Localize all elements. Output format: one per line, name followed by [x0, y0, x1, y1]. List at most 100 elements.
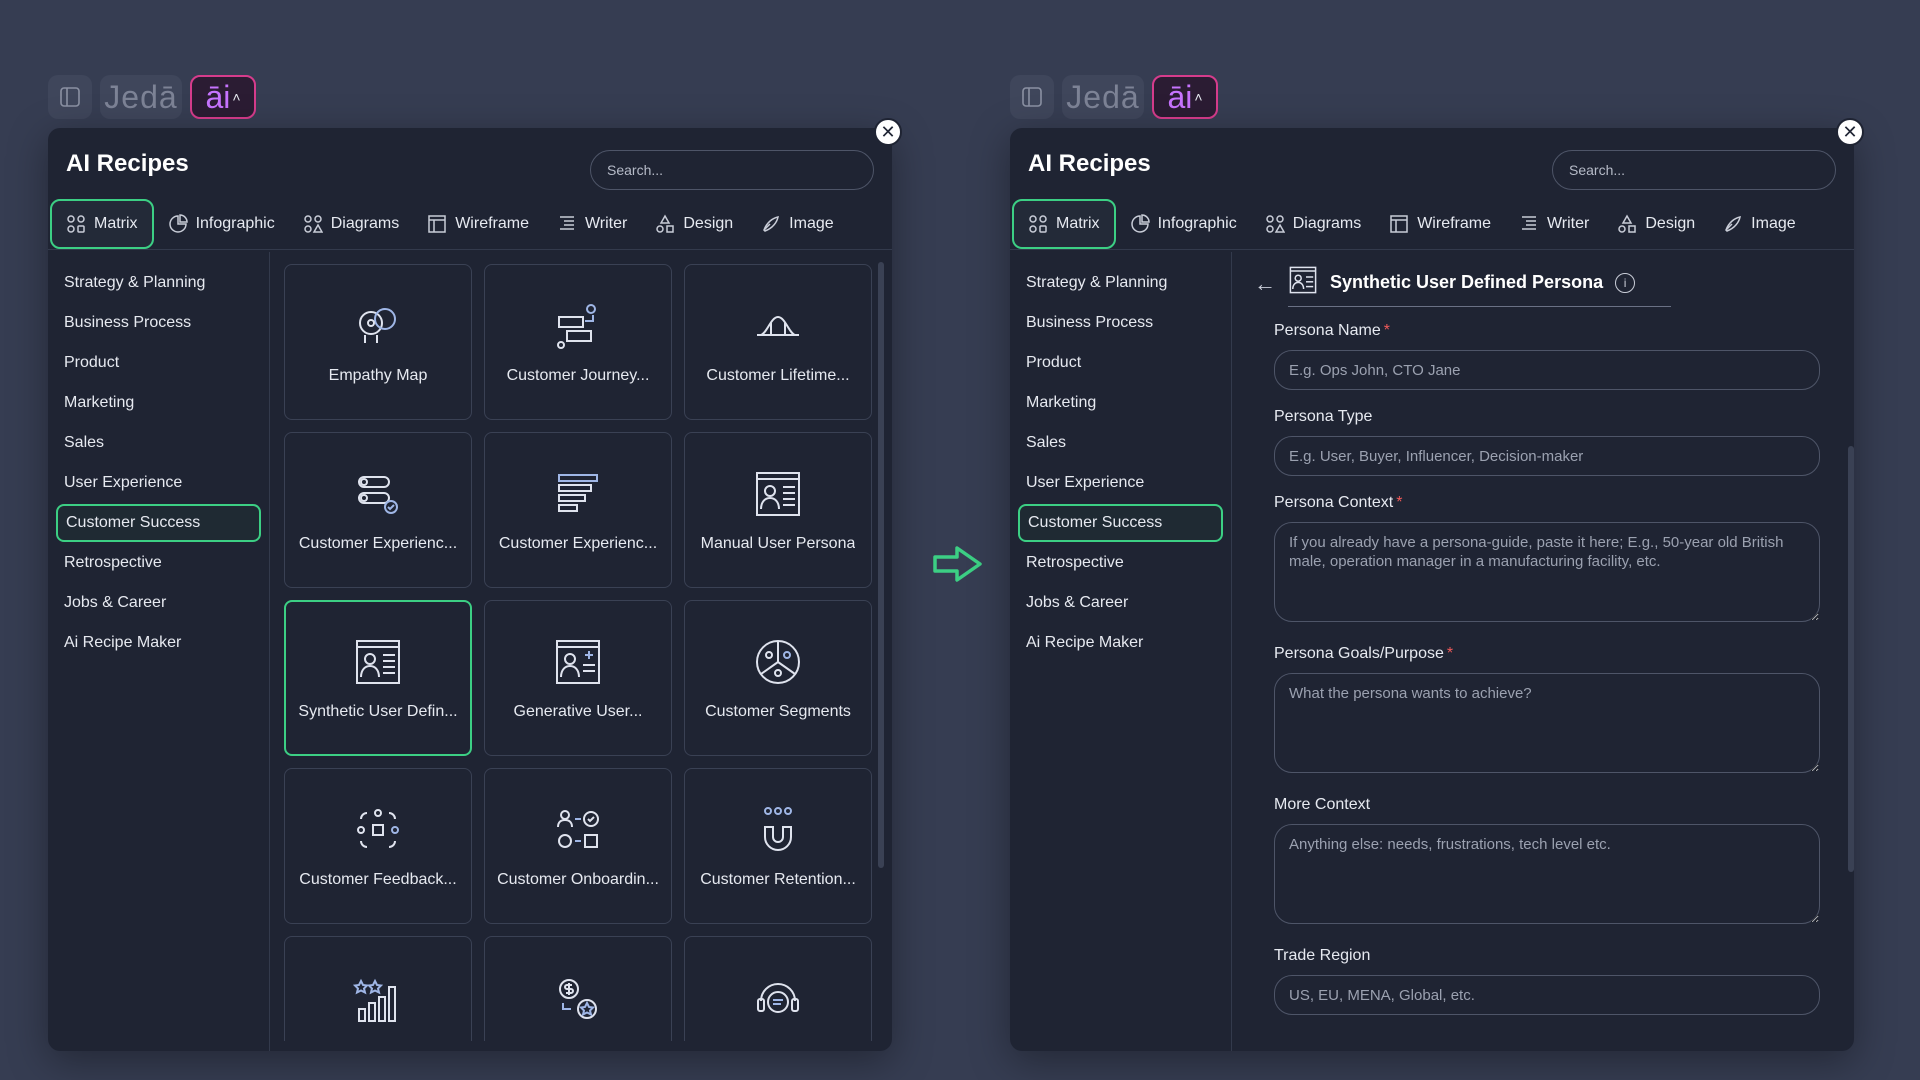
sidebar-item-business-process[interactable]: Business Process: [1018, 304, 1223, 342]
recipe-card-customer-journey[interactable]: Customer Journey...: [484, 264, 672, 420]
recipe-card-manual-user-persona[interactable]: Manual User Persona: [684, 432, 872, 588]
sidebar-item-marketing[interactable]: Marketing: [56, 384, 261, 422]
sidebar-item-business-process[interactable]: Business Process: [56, 304, 261, 342]
jeda-logo[interactable]: Jedā: [1062, 75, 1144, 119]
recipe-card-support[interactable]: [684, 936, 872, 1041]
tab-wireframe[interactable]: Wireframe: [413, 199, 543, 249]
sidebar-item-retrospective[interactable]: Retrospective: [1018, 544, 1223, 582]
tab-wireframe[interactable]: Wireframe: [1375, 199, 1505, 249]
tab-matrix[interactable]: Matrix: [50, 198, 154, 249]
tab-diagrams[interactable]: Diagrams: [289, 199, 413, 249]
tab-writer[interactable]: Writer: [543, 199, 641, 249]
field-persona-goals: Persona Goals/Purpose *: [1274, 645, 1836, 778]
sidebar-item-marketing[interactable]: Marketing: [1018, 384, 1223, 422]
field-label: Persona Goals/Purpose *: [1274, 645, 1454, 662]
sidebar-item-retrospective[interactable]: Retrospective: [56, 544, 261, 582]
sidebar-item-user-experience[interactable]: User Experience: [1018, 464, 1223, 502]
sidebar-item-strategy[interactable]: Strategy & Planning: [56, 264, 261, 302]
recipe-card-synthetic-user-persona[interactable]: Synthetic User Defin...: [284, 600, 472, 756]
card-label: Synthetic User Defin...: [298, 703, 458, 720]
generative-user-icon: [551, 635, 605, 689]
recipe-card-customer-onboarding[interactable]: Customer Onboardin...: [484, 768, 672, 924]
search-input[interactable]: [590, 150, 874, 190]
sidebar-item-sales[interactable]: Sales: [56, 424, 261, 462]
persona-goals-textarea[interactable]: [1274, 673, 1820, 773]
tab-label: Infographic: [1157, 214, 1237, 232]
tab-image[interactable]: Image: [1709, 199, 1809, 249]
persona-context-textarea[interactable]: [1274, 522, 1820, 622]
transition-arrow-icon: [933, 546, 982, 582]
recipe-tabs: Matrix Infographic Diagrams Wireframe Wr…: [48, 198, 892, 250]
writer-icon: [1519, 214, 1539, 234]
recipe-card-rating-chart[interactable]: [284, 936, 472, 1041]
dollar-star-icon: [551, 973, 605, 1027]
card-label: Empathy Map: [328, 367, 428, 384]
recipe-card-customer-segments[interactable]: Customer Segments: [684, 600, 872, 756]
sidebar-item-strategy[interactable]: Strategy & Planning: [1018, 264, 1223, 302]
tab-design[interactable]: Design: [641, 199, 747, 249]
tab-image[interactable]: Image: [747, 199, 847, 249]
tab-infographic[interactable]: Infographic: [1116, 199, 1251, 249]
persona-form: ← Synthetic User Defined Persona i Perso…: [1244, 264, 1836, 1051]
tab-diagrams[interactable]: Diagrams: [1251, 199, 1375, 249]
tab-label: Design: [1645, 214, 1696, 232]
sidebar-item-product[interactable]: Product: [56, 344, 261, 382]
sidebar-item-sales[interactable]: Sales: [1018, 424, 1223, 462]
sidebar-item-jobs-career[interactable]: Jobs & Career: [1018, 584, 1223, 622]
right-toolbar: Jedā āi ˄: [1010, 75, 1218, 119]
card-label: Customer Lifetime...: [706, 367, 850, 384]
trade-region-input[interactable]: [1274, 975, 1820, 1015]
category-sidebar: Strategy & Planning Business Process Pro…: [48, 252, 270, 1051]
required-marker: *: [1396, 494, 1403, 511]
recipe-card-empathy-map[interactable]: Empathy Map: [284, 264, 472, 420]
tab-design[interactable]: Design: [1603, 199, 1709, 249]
search-input[interactable]: [1552, 150, 1836, 190]
pie-icon: [168, 213, 188, 234]
recipe-card-dollar-star[interactable]: [484, 936, 672, 1041]
sidebar-item-customer-success[interactable]: Customer Success: [1018, 504, 1223, 542]
ai-menu-button[interactable]: āi ˄: [1152, 75, 1218, 119]
left-toolbar: Jedā āi ˄: [48, 75, 256, 119]
recipe-card-generative-user[interactable]: Generative User...: [484, 600, 672, 756]
sidebar-item-ai-recipe-maker[interactable]: Ai Recipe Maker: [1018, 624, 1223, 662]
close-icon[interactable]: ✕: [1836, 118, 1864, 146]
back-arrow-icon[interactable]: ←: [1254, 271, 1276, 297]
recipe-card-customer-lifetime[interactable]: Customer Lifetime...: [684, 264, 872, 420]
persona-type-input[interactable]: [1274, 436, 1820, 476]
empathy-map-icon: [351, 299, 405, 353]
cards-scrollbar[interactable]: [878, 262, 884, 868]
tab-matrix[interactable]: Matrix: [1012, 198, 1116, 249]
recipe-card-customer-experience-map[interactable]: Customer Experienc...: [284, 432, 472, 588]
sidebar-item-product[interactable]: Product: [1018, 344, 1223, 382]
sidebar-toggle-icon[interactable]: [1010, 75, 1054, 119]
more-context-textarea[interactable]: [1274, 824, 1820, 924]
ai-menu-button[interactable]: āi ˄: [190, 75, 256, 119]
tab-label: Wireframe: [1417, 214, 1491, 232]
card-label: Customer Retention...: [700, 871, 856, 888]
sidebar-item-user-experience[interactable]: User Experience: [56, 464, 261, 502]
image-icon: [761, 214, 781, 234]
jeda-logo[interactable]: Jedā: [100, 75, 182, 119]
onboarding-icon: [551, 803, 605, 857]
tab-infographic[interactable]: Infographic: [154, 199, 289, 249]
field-label: More Context: [1274, 796, 1371, 813]
close-icon[interactable]: ✕: [874, 118, 902, 146]
rating-chart-icon: [351, 973, 405, 1027]
form-scrollbar[interactable]: [1848, 446, 1854, 872]
sidebar-item-customer-success[interactable]: Customer Success: [56, 504, 261, 542]
field-persona-type: Persona Type: [1274, 408, 1836, 476]
recipe-card-customer-experience-list[interactable]: Customer Experienc...: [484, 432, 672, 588]
image-icon: [1723, 214, 1743, 234]
customer-experience-list-icon: [551, 467, 605, 521]
info-icon[interactable]: i: [1615, 272, 1636, 293]
customer-lifetime-icon: [751, 299, 805, 353]
sidebar-toggle-icon[interactable]: [48, 75, 92, 119]
sidebar-item-ai-recipe-maker[interactable]: Ai Recipe Maker: [56, 624, 261, 662]
persona-name-input[interactable]: [1274, 350, 1820, 390]
wireframe-icon: [1389, 214, 1409, 234]
recipe-card-customer-retention[interactable]: Customer Retention...: [684, 768, 872, 924]
tab-writer[interactable]: Writer: [1505, 199, 1603, 249]
recipe-card-customer-feedback[interactable]: Customer Feedback...: [284, 768, 472, 924]
sidebar-item-jobs-career[interactable]: Jobs & Career: [56, 584, 261, 622]
tab-label: Diagrams: [1292, 214, 1362, 232]
